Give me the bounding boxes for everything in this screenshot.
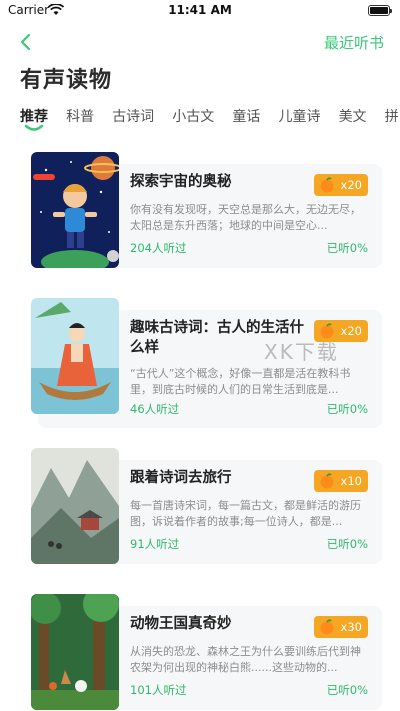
nav-bar: 最近听书 [0,22,400,62]
price-count: x20 [340,178,362,192]
listener-count: 101人听过 [130,683,187,697]
forest-animals-cover-image [31,594,119,710]
book-description: 你有没有发现呀，天空总是那么大，无边无尽，太阳总是东升西落；地球的中间是空心..… [130,203,361,232]
category-tabs: 推荐 科普 古诗词 小古文 童话 儿童诗 美文 拼 [20,106,400,138]
space-boy-cover-image [31,152,119,268]
book-card[interactable]: 探索宇宙的奥秘 x20 你有没有发现呀，天空总是那么大，无边无尽，太阳总是东升西… [22,152,382,270]
tab-pinyin[interactable]: 拼 [385,106,399,126]
price-count: x10 [340,474,362,488]
listen-progress: 已听0% [326,402,368,416]
price-badge: x30 [314,616,368,638]
ancient-girl-boat-cover-image [31,298,119,414]
price-count: x30 [340,620,362,634]
orange-coin-icon [320,619,334,635]
book-title: 动物王国真奇妙 [130,616,232,632]
back-chevron-icon[interactable] [14,30,38,54]
book-description: “古代人”这个概念，好像一直都是活在教科书里，到底古时候的人们的日常生活到底是.… [130,367,351,396]
watermark: XK下载 [264,340,339,364]
tab-classical-prose[interactable]: 小古文 [172,106,214,126]
tab-children-poems[interactable]: 儿童诗 [278,106,320,126]
tab-ancient-poetry[interactable]: 古诗词 [112,106,154,126]
listener-count: 46人听过 [130,402,180,416]
page-title: 有声读物 [20,68,113,93]
book-title: 探索宇宙的奥秘 [130,174,232,190]
tab-essays[interactable]: 美文 [339,106,367,126]
recent-listening-button[interactable]: 最近听书 [324,32,384,53]
tab-fairy-tales[interactable]: 童话 [232,106,260,126]
status-bar: Carrier 11:41 AM [0,0,400,22]
listen-progress: 已听0% [326,537,368,551]
book-card[interactable]: 动物王国真奇妙 x30 从消失的恐龙、森林之王为什么要训练后代到神农架为何出现的… [22,594,382,711]
listen-progress: 已听0% [326,683,368,697]
tab-science[interactable]: 科普 [66,106,94,126]
listener-count: 204人听过 [130,241,187,255]
active-tab-indicator [24,124,44,131]
book-description: 每一首唐诗宋词，每一篇古文，都是鲜活的游历图，诉说着作者的故事;每一位诗人，都是… [130,499,361,528]
landscape-painting-cover-image [31,448,119,564]
book-card[interactable]: 跟着诗词去旅行 x10 每一首唐诗宋词，每一篇古文，都是鲜活的游历图，诉说着作者… [22,448,382,566]
orange-coin-icon [320,177,334,193]
battery-icon [368,5,392,16]
price-count: x20 [340,324,362,338]
book-title: 跟着诗词去旅行 [130,470,232,486]
listen-progress: 已听0% [326,241,368,255]
price-badge: x20 [314,174,368,196]
book-description: 从消失的恐龙、森林之王为什么要训练后代到神农架为何出现的神秘白熊......这些… [130,645,361,674]
listener-count: 91人听过 [130,537,180,551]
price-badge: x10 [314,470,368,492]
orange-coin-icon [320,473,334,489]
clock: 11:41 AM [168,3,232,17]
